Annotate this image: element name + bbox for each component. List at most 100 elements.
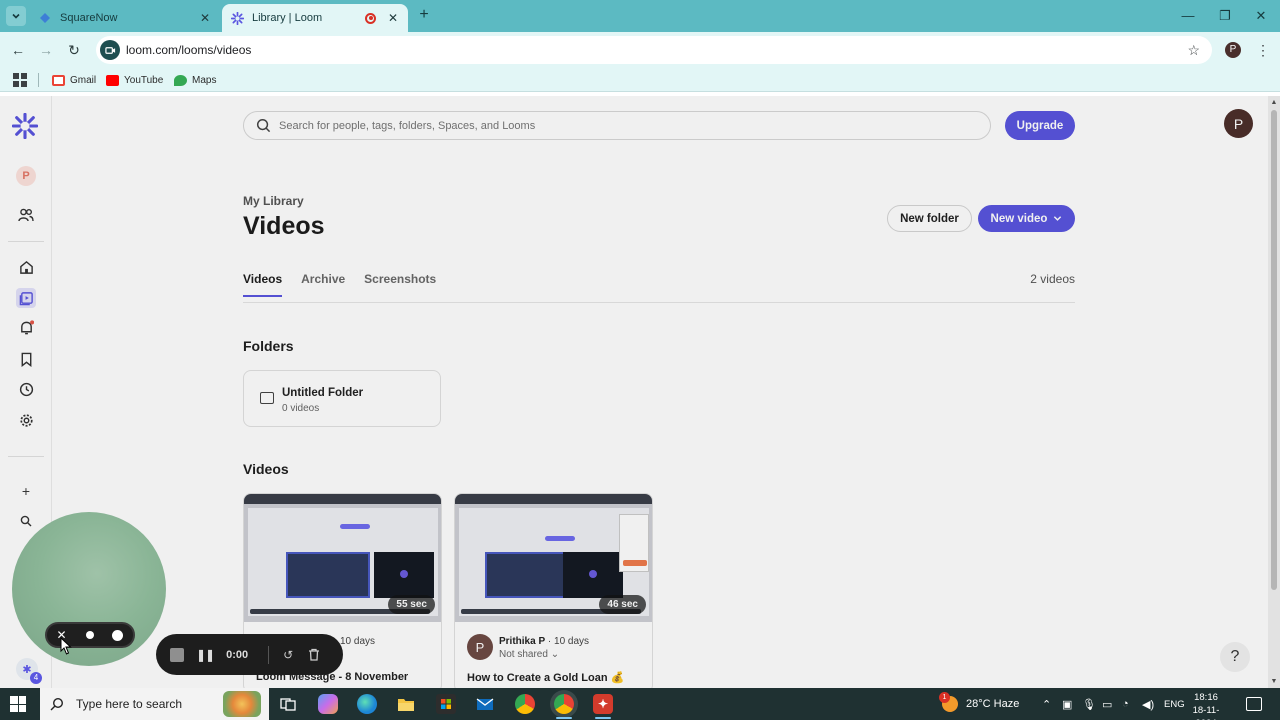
chrome-active-icon[interactable]	[554, 694, 574, 719]
folder-card[interactable]: Untitled Folder 0 videos	[243, 370, 441, 427]
mail-icon[interactable]	[475, 694, 495, 714]
share-status[interactable]: Not shared ⌄	[499, 649, 559, 660]
search-input[interactable]	[279, 119, 959, 132]
tab-archive[interactable]: Archive	[301, 272, 345, 297]
tab-search-button[interactable]	[6, 6, 26, 26]
video-age: 10 days	[554, 636, 590, 647]
site-info-icon[interactable]	[100, 40, 120, 60]
browser-profile-avatar[interactable]: P	[1225, 42, 1241, 58]
language-indicator[interactable]: ENG	[1164, 699, 1185, 710]
reload-icon[interactable]: ↻	[66, 42, 82, 58]
gmail-icon	[52, 74, 65, 86]
restart-icon[interactable]: ↺	[281, 648, 295, 662]
notifications-icon[interactable]	[1246, 697, 1262, 711]
windows-taskbar: Type here to search ✦ 1 28°C Haze ⌃ ▣ 🎙 …	[0, 688, 1280, 720]
new-video-label: New video	[990, 212, 1048, 225]
video-age: 10 days	[340, 636, 376, 647]
help-button[interactable]: ?	[1220, 642, 1250, 672]
library-icon[interactable]	[16, 288, 36, 308]
taskbar-clock[interactable]: 18:16 18-11-2024	[1186, 691, 1226, 720]
notifications-bell-icon[interactable]	[16, 318, 36, 338]
weather-widget[interactable]: 1 28°C Haze	[939, 688, 1019, 720]
bookmark-icon[interactable]	[16, 349, 36, 369]
history-clock-icon[interactable]	[16, 379, 36, 399]
scroll-up-icon[interactable]: ▲	[1270, 99, 1278, 106]
file-explorer-icon[interactable]	[396, 694, 416, 714]
chevron-down-icon: ⌄	[550, 649, 560, 660]
upgrade-button[interactable]: Upgrade	[1005, 111, 1075, 140]
search-spaces-icon[interactable]	[16, 511, 36, 531]
search-icon	[50, 697, 64, 711]
breadcrumb[interactable]: My Library	[243, 194, 304, 208]
browser-menu-icon[interactable]: ⋮	[1256, 42, 1270, 58]
chevron-up-icon[interactable]: ⌃	[1042, 698, 1056, 711]
apps-grid-icon[interactable]	[13, 73, 27, 87]
bubble-size-large-icon[interactable]	[112, 629, 124, 641]
back-arrow-icon[interactable]: ←	[10, 42, 26, 58]
tab-close-icon[interactable]: ✕	[198, 11, 212, 25]
chevron-down-icon	[12, 13, 20, 19]
bookmark-star-icon[interactable]: ☆	[1187, 42, 1200, 59]
video-title[interactable]: How to Create a Gold Loan 💰	[467, 671, 624, 684]
recording-indicator-icon	[365, 12, 376, 24]
new-tab-button[interactable]: +	[416, 7, 432, 24]
scroll-thumb[interactable]	[1271, 110, 1277, 590]
edge-browser-icon[interactable]	[357, 694, 377, 714]
user-avatar[interactable]: P	[1224, 109, 1253, 138]
tab-loom-library[interactable]: Library | Loom ✕	[222, 4, 408, 32]
address-bar[interactable]: loom.com/looms/videos ☆	[96, 36, 1212, 64]
bookmark-label: Maps	[192, 74, 217, 86]
tab-squarenow[interactable]: SquareNow ✕	[30, 4, 220, 32]
add-space-icon[interactable]: +	[16, 481, 36, 501]
squarenow-favicon-icon	[38, 11, 52, 25]
restore-icon[interactable]: ❐	[1217, 8, 1233, 24]
video-author-line: Prithika P · 10 days	[499, 636, 590, 647]
chrome-icon[interactable]	[515, 694, 535, 714]
bubble-size-small-icon[interactable]	[85, 631, 94, 639]
task-view-icon[interactable]	[278, 694, 298, 714]
loom-search[interactable]	[243, 111, 991, 140]
bookmark-youtube[interactable]: YouTube	[106, 73, 163, 87]
tab-close-icon[interactable]: ✕	[386, 11, 400, 25]
tab-screenshots[interactable]: Screenshots	[364, 272, 436, 297]
new-video-button[interactable]: New video	[978, 205, 1075, 232]
copilot-icon[interactable]	[318, 694, 338, 714]
stop-recording-button[interactable]	[170, 647, 184, 662]
windows-start-icon[interactable]	[10, 696, 26, 712]
video-duration: 55 sec	[388, 595, 435, 614]
loom-logo-icon[interactable]	[12, 113, 38, 139]
sidebar-divider	[8, 456, 44, 457]
volume-icon[interactable]: ◀)	[1142, 698, 1156, 711]
extension-badge-count: 4	[30, 672, 42, 684]
page-scrollbar[interactable]: ▲ ▼	[1268, 96, 1280, 688]
bookmarks-bar: Gmail YouTube Maps	[0, 68, 1280, 92]
recorder-app-icon[interactable]: ✦	[593, 694, 613, 719]
video-thumbnail[interactable]: 46 sec	[455, 494, 652, 622]
loom-extension-icon[interactable]: ✱ 4	[16, 658, 42, 684]
taskbar-search[interactable]: Type here to search	[40, 688, 269, 720]
people-icon[interactable]	[16, 205, 36, 225]
wifi-icon[interactable]: ◔	[1122, 698, 1136, 710]
scroll-down-icon[interactable]: ▼	[1270, 678, 1278, 685]
video-card[interactable]: 46 sec P Prithika P · 10 days Not shared…	[454, 493, 653, 688]
settings-gear-icon[interactable]	[16, 410, 36, 430]
bookmark-gmail[interactable]: Gmail	[52, 73, 96, 87]
bookmark-label: YouTube	[124, 74, 164, 86]
bookmark-maps[interactable]: Maps	[174, 73, 216, 87]
pause-icon[interactable]: ❚❚	[196, 648, 215, 662]
home-icon[interactable]	[16, 257, 36, 277]
window-close-icon[interactable]: ✕	[1253, 8, 1269, 24]
microphone-icon[interactable]: 🎙	[1082, 698, 1096, 711]
workspace-avatar[interactable]: P	[16, 166, 36, 186]
new-folder-button[interactable]: New folder	[887, 205, 972, 232]
meet-now-icon[interactable]: ▣	[1062, 698, 1076, 711]
video-thumbnail[interactable]: 55 sec	[244, 494, 441, 622]
minimize-icon[interactable]: —	[1180, 8, 1196, 24]
tab-title: Library | Loom	[252, 12, 323, 24]
folder-icon	[260, 392, 274, 404]
battery-icon[interactable]: ▭	[1102, 698, 1116, 711]
tab-videos[interactable]: Videos	[243, 272, 283, 297]
forward-arrow-icon[interactable]: →	[38, 42, 54, 58]
trash-icon[interactable]	[307, 648, 321, 662]
microsoft-store-icon[interactable]	[436, 694, 456, 714]
